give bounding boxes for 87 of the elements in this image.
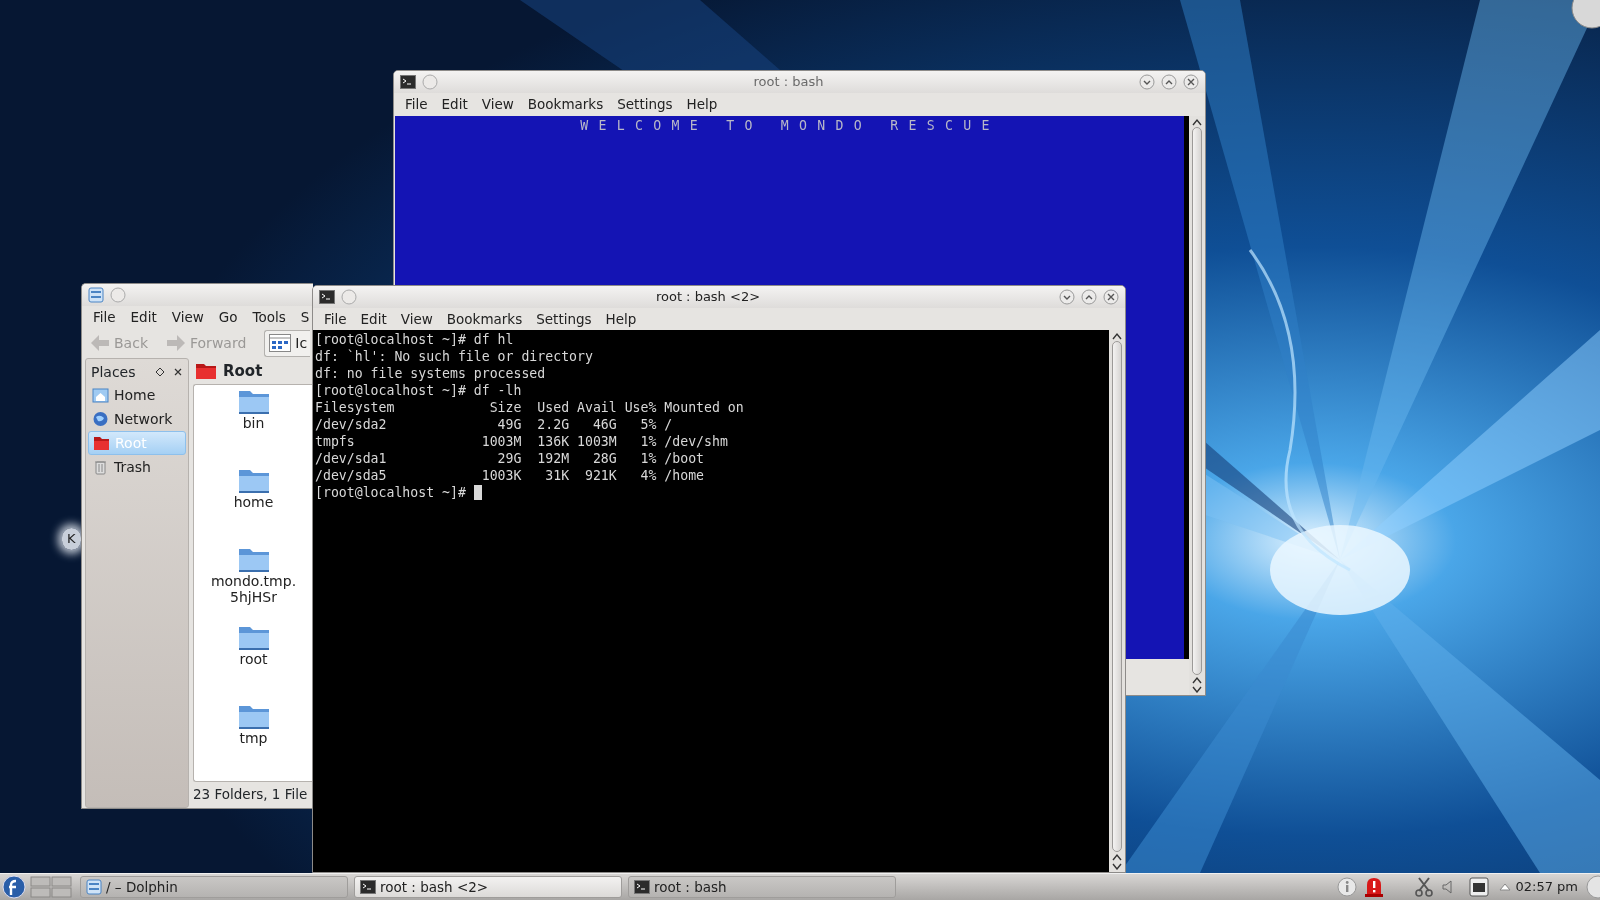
window-title: root : bash <2> — [654, 288, 762, 307]
scroll-up-icon[interactable] — [1192, 118, 1202, 126]
network-icon[interactable] — [1469, 877, 1490, 897]
icon-grid-icon — [269, 334, 292, 352]
file-manager-icon — [88, 287, 104, 303]
scrollbar-thumb[interactable] — [1192, 127, 1202, 675]
file-name[interactable]: home — [233, 493, 274, 510]
view-mode-button[interactable]: Ic — [264, 329, 311, 357]
terminal-line: df: no file systems processed — [315, 365, 546, 382]
menu-item[interactable]: View — [474, 93, 521, 115]
menu-item[interactable]: Bookmarks — [520, 93, 611, 115]
taskbar-button[interactable]: / – Dolphin — [80, 876, 348, 898]
terminal-line: /dev/sda5 1003K 31K 921K 4% /home — [315, 467, 705, 484]
trash-icon — [92, 459, 109, 475]
show-hidden-icon[interactable] — [1499, 882, 1512, 892]
float-icon[interactable] — [155, 367, 165, 377]
scroll-up-icon[interactable] — [1112, 332, 1122, 340]
folder-icon — [93, 435, 110, 451]
home-icon — [92, 387, 109, 403]
info-icon[interactable] — [1337, 877, 1358, 897]
places-item[interactable]: Network — [88, 407, 186, 431]
taskbar-button[interactable]: root : bash — [628, 876, 896, 898]
close-button[interactable] — [1103, 289, 1119, 305]
menu-item[interactable]: Bookmarks — [439, 308, 530, 330]
status-text: 23 Folders, 1 File — [193, 785, 308, 804]
close-button[interactable] — [1183, 74, 1199, 90]
menu-item[interactable]: Help — [598, 308, 644, 330]
terminal-line: /dev/sda1 29G 192M 28G 1% /boot — [315, 450, 705, 467]
file-manager-icon — [86, 879, 102, 895]
menu-item[interactable]: View — [164, 306, 211, 328]
scroll-down-icon[interactable] — [1112, 862, 1122, 870]
minimize-button[interactable] — [1139, 74, 1155, 90]
panel-title: Places — [91, 362, 137, 382]
banner-text: WELCOME TO MONDO RESCUE — [579, 117, 1000, 134]
menu-item[interactable]: View — [393, 308, 440, 330]
terminal-line: [root@localhost ~]# df hl — [315, 331, 514, 348]
window-title: root : bash — [752, 73, 825, 92]
menu-item[interactable]: Settings — [529, 308, 599, 330]
menu-item[interactable]: Go — [211, 306, 245, 328]
minimize-button[interactable] — [1059, 289, 1075, 305]
file-name[interactable]: root — [239, 651, 268, 668]
terminal-line: df: `hl': No such file or directory — [315, 348, 593, 365]
scroll-up-icon[interactable] — [1112, 853, 1122, 861]
file-name[interactable]: mondo.tmp.5hjHSr — [207, 572, 300, 605]
terminal-icon — [634, 880, 650, 894]
scrollbar-thumb[interactable] — [1112, 341, 1122, 852]
maximize-button[interactable] — [1081, 289, 1097, 305]
back-arrow-icon — [90, 334, 110, 352]
terminal-icon — [400, 75, 416, 89]
maximize-button[interactable] — [1161, 74, 1177, 90]
terminal-line: /dev/sda2 49G 2.2G 46G 5% / — [315, 416, 673, 433]
menu-item[interactable]: File — [86, 306, 123, 328]
menu-item[interactable]: Tools — [245, 306, 293, 328]
alarm-light-icon[interactable] — [1363, 876, 1386, 898]
menu-item[interactable]: Edit — [123, 306, 164, 328]
close-icon[interactable] — [173, 367, 183, 377]
menu-item[interactable]: File — [317, 308, 354, 330]
file-name[interactable]: tmp — [239, 730, 268, 747]
menu-item[interactable]: Edit — [434, 93, 475, 115]
taskbar-button[interactable]: root : bash <2> — [354, 876, 622, 898]
scroll-up-icon[interactable] — [1192, 676, 1202, 684]
menu-item[interactable]: Edit — [353, 308, 394, 330]
menu-item[interactable]: S — [293, 306, 313, 328]
scrollbar[interactable] — [1189, 116, 1205, 695]
clock[interactable]: 02:57 pm — [1515, 877, 1578, 897]
folder-icon — [195, 362, 217, 380]
text-cursor — [473, 485, 482, 500]
menu-item[interactable]: File — [398, 93, 435, 115]
menu-item[interactable]: Help — [679, 93, 725, 115]
terminal-line: [root@localhost ~]# df -lh — [315, 382, 522, 399]
terminal-icon — [360, 880, 376, 894]
start-menu-icon[interactable] — [2, 875, 26, 899]
globe-icon — [92, 411, 109, 427]
terminal-line: Filesystem Size Used Avail Use% Mounted on — [315, 399, 744, 416]
scroll-down-icon[interactable] — [1192, 685, 1202, 693]
terminal-icon — [319, 290, 335, 304]
terminal-line: tmpfs 1003M 136K 1003M 1% /dev/shm — [315, 433, 728, 450]
speaker-icon[interactable] — [1441, 879, 1454, 895]
file-name[interactable]: bin — [242, 415, 265, 431]
places-item[interactable]: Trash — [88, 455, 186, 479]
scissors-icon[interactable] — [1415, 877, 1434, 897]
location-label[interactable]: Root — [223, 359, 263, 383]
menu-item[interactable]: Settings — [610, 93, 680, 115]
terminal-line: [root@localhost ~]# — [315, 484, 482, 501]
forward-arrow-icon — [166, 334, 186, 352]
places-item[interactable]: Home — [88, 383, 186, 407]
scrollbar[interactable] — [1109, 330, 1125, 872]
